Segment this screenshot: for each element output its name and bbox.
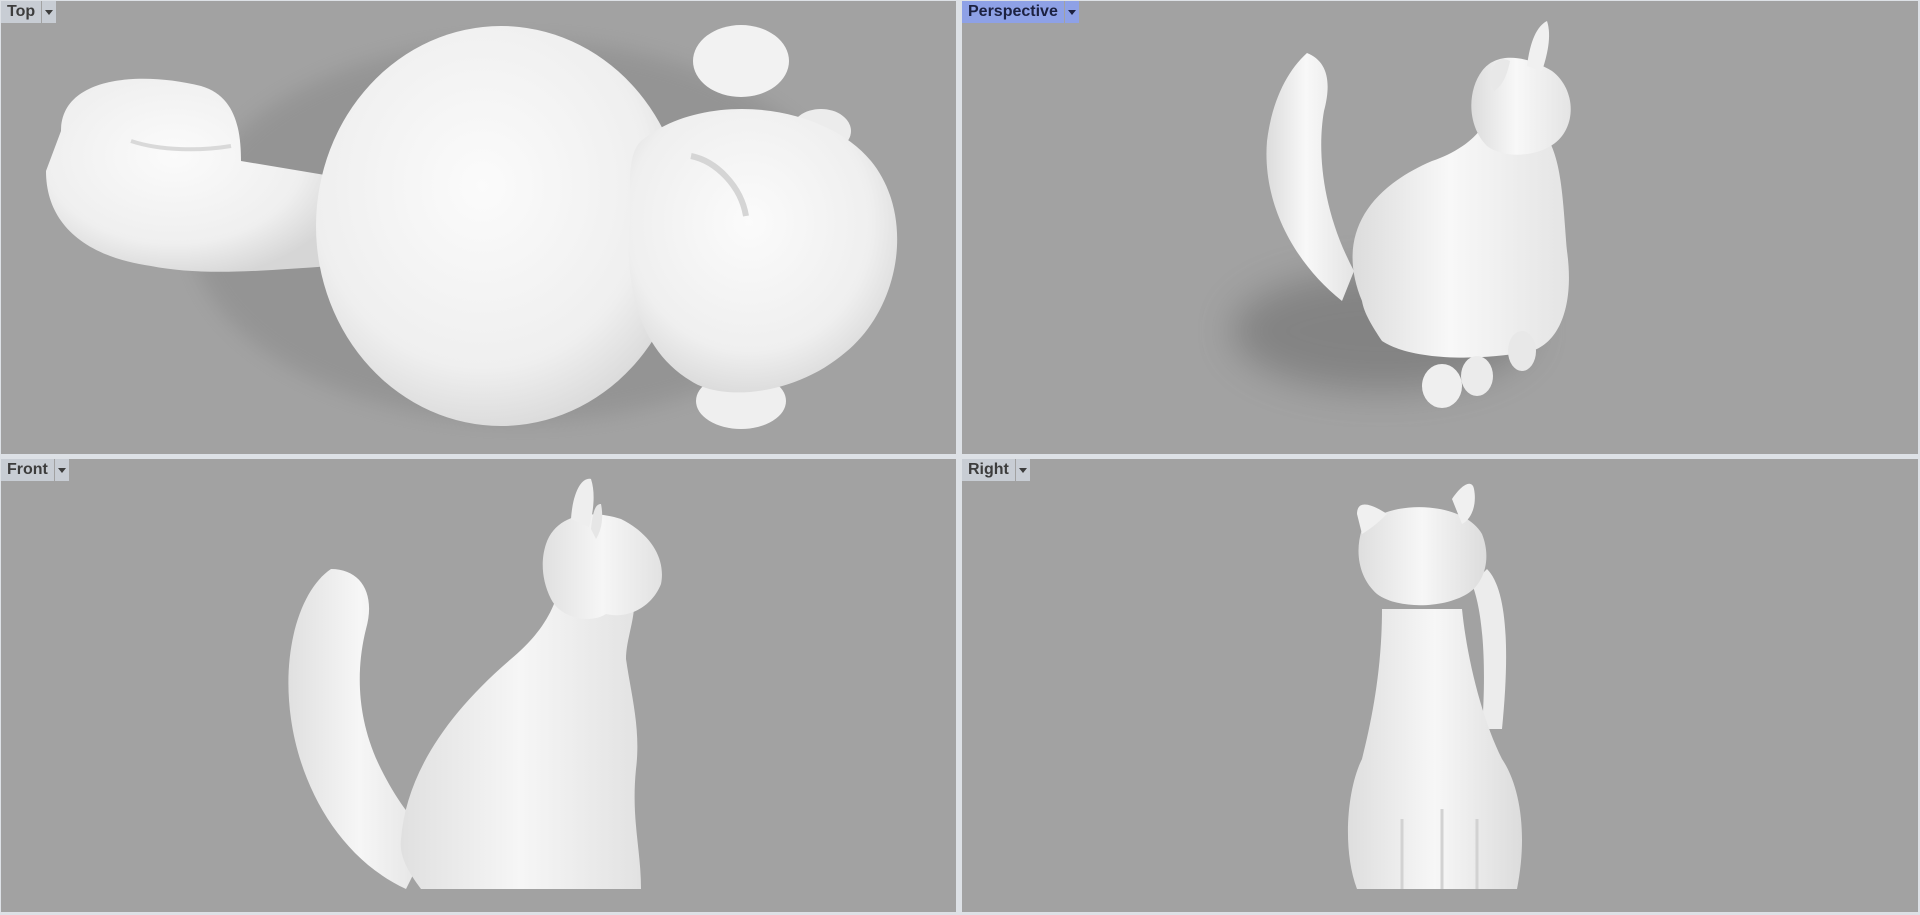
viewport-perspective[interactable]: Perspective [962, 1, 1918, 454]
chevron-down-icon[interactable] [54, 459, 69, 481]
viewport-title[interactable]: Perspective [962, 1, 1065, 23]
viewport-top[interactable]: Top [1, 1, 956, 454]
viewport-tab-front[interactable]: Front [1, 459, 69, 481]
viewport-tab-top[interactable]: Top [1, 1, 57, 23]
chevron-down-icon[interactable] [42, 1, 57, 23]
cat-model-perspective-view [1232, 21, 1571, 408]
viewport-front[interactable]: Front [1, 459, 956, 912]
viewport-tab-perspective[interactable]: Perspective [962, 1, 1079, 23]
viewport-right[interactable]: Right [962, 459, 1918, 912]
cat-model-front-view [288, 478, 662, 889]
viewport-title[interactable]: Top [1, 1, 43, 23]
chevron-down-icon[interactable] [1015, 459, 1030, 481]
chevron-down-icon[interactable] [1064, 1, 1079, 23]
cat-model-right-view [1347, 483, 1522, 889]
cat-model-top-view [46, 25, 898, 429]
viewport-title[interactable]: Front [1, 459, 55, 481]
viewport-title[interactable]: Right [962, 459, 1016, 481]
viewport-tab-right[interactable]: Right [962, 459, 1030, 481]
